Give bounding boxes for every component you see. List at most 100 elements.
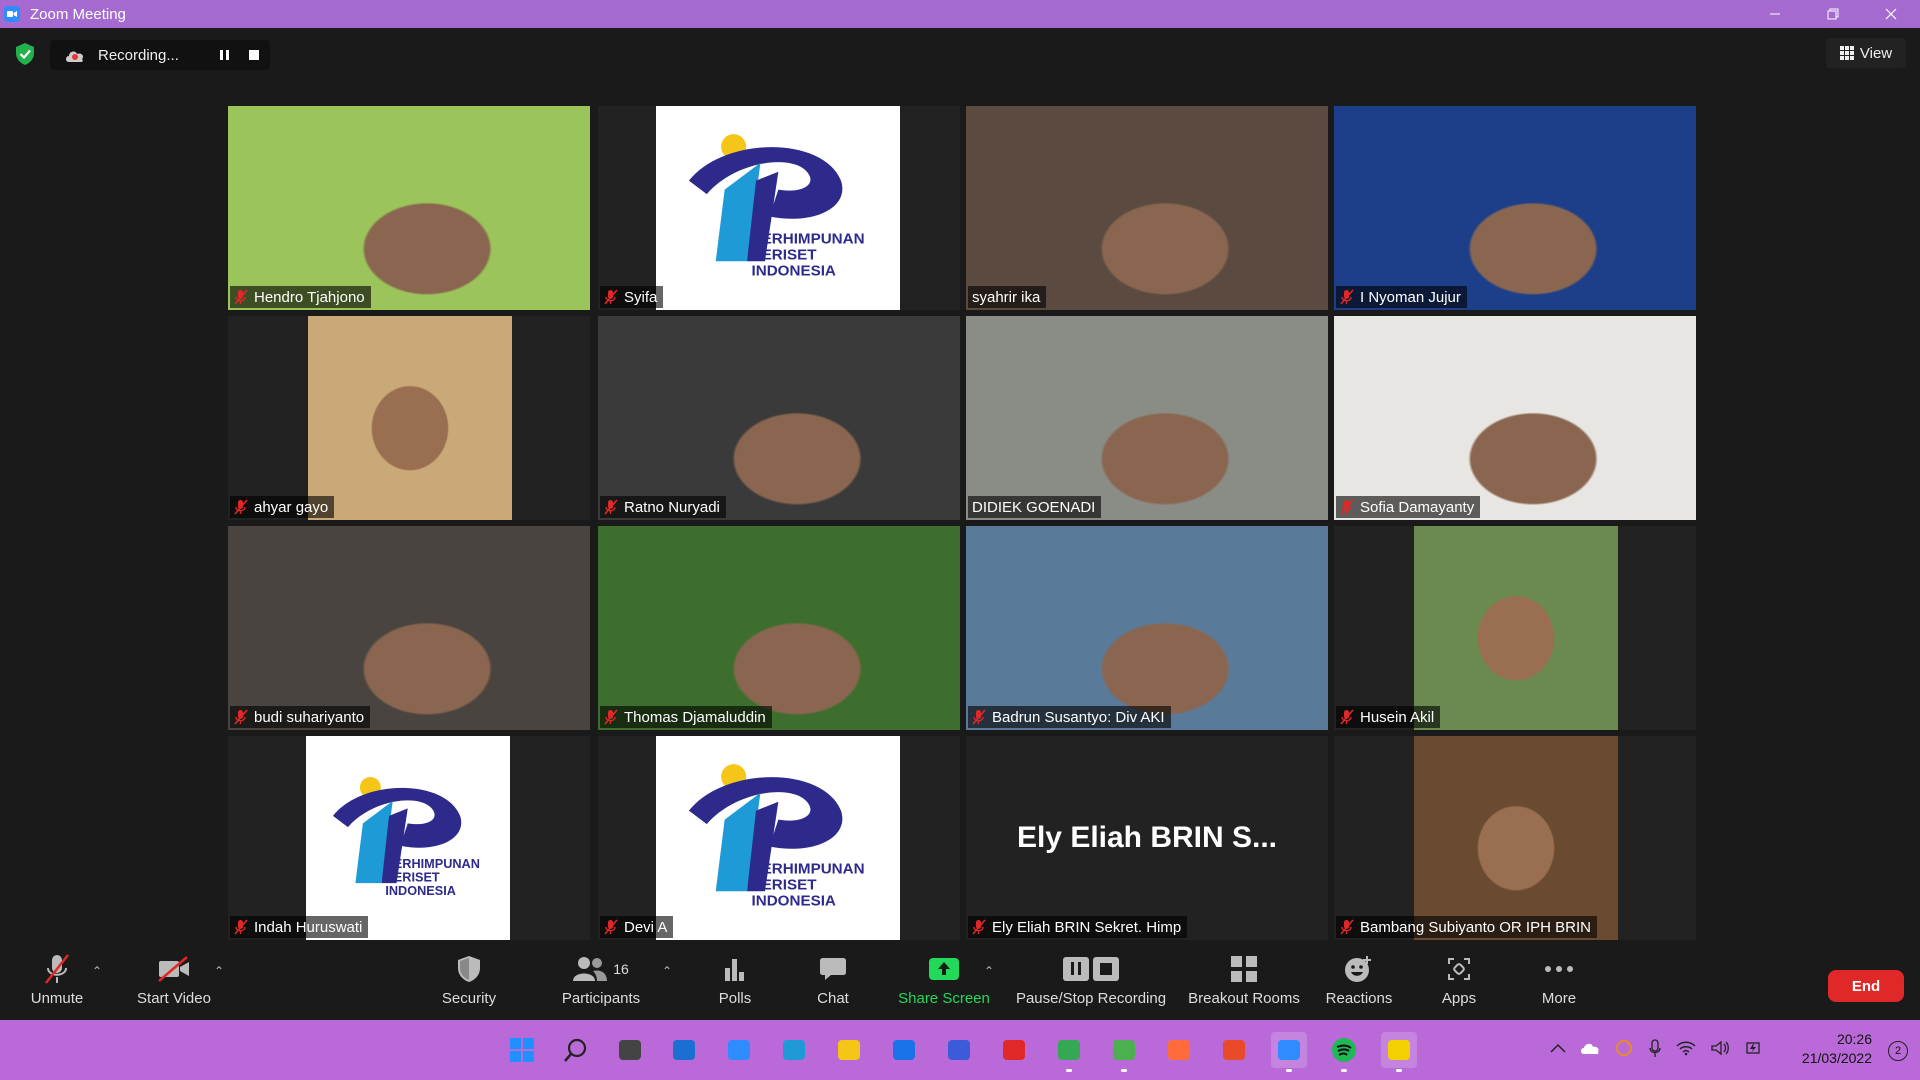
participant-name-tag: Devi A: [600, 916, 674, 938]
participant-name: Hendro Tjahjono: [254, 288, 365, 306]
participant-tile[interactable]: Sofia Damayanty: [1334, 316, 1696, 520]
widgets-icon[interactable]: [666, 1032, 702, 1068]
participants-button[interactable]: 16 Participants: [556, 952, 646, 1014]
chat-button[interactable]: Chat: [808, 952, 858, 1014]
participant-tile[interactable]: Husein Akil: [1334, 526, 1696, 730]
notification-badge[interactable]: 2: [1888, 1041, 1908, 1061]
clock-time: 20:26: [1836, 1031, 1872, 1047]
wifi-icon[interactable]: [1676, 1040, 1696, 1056]
participant-tile[interactable]: Bambang Subiyanto OR IPH BRIN: [1334, 736, 1696, 940]
participant-name-tag: Ely Eliah BRIN Sekret. Himp: [968, 916, 1188, 938]
participant-tile[interactable]: Thomas Djamaluddin: [598, 526, 960, 730]
pause-stop-recording-button[interactable]: Pause/Stop Recording: [1016, 952, 1166, 1014]
app-icon[interactable]: [941, 1032, 977, 1068]
view-button[interactable]: View: [1826, 38, 1906, 68]
tray-chevron-icon[interactable]: [1550, 1043, 1566, 1053]
polls-label: Polls: [718, 990, 752, 1007]
onedrive-cloud-icon[interactable]: [1580, 1041, 1600, 1055]
participant-name-tag: budi suhariyanto: [230, 706, 371, 728]
participant-tile[interactable]: Hendro Tjahjono: [228, 106, 590, 310]
gallery-view: Hendro Tjahjono PERHIMPUNAN PERISET INDONES…: [228, 106, 1696, 942]
participant-video: [966, 526, 1328, 730]
participant-name-tag: Ratno Nuryadi: [600, 496, 726, 518]
search-icon[interactable]: [558, 1032, 594, 1068]
mail-icon[interactable]: [886, 1032, 922, 1068]
restore-icon[interactable]: [1804, 0, 1862, 28]
unmute-button[interactable]: Unmute: [22, 952, 92, 1014]
participant-tile[interactable]: PERHIMPUNAN PERISET INDONESIA Syifa: [598, 106, 960, 310]
participant-video: [228, 106, 590, 310]
participant-video: [598, 526, 960, 730]
participant-name-tag: Husein Akil: [1336, 706, 1441, 728]
zoom-icon[interactable]: [1271, 1032, 1307, 1072]
participant-tile[interactable]: Ely Eliah BRIN S... Ely Eliah BRIN Sekret…: [966, 736, 1328, 940]
participant-name-tag: Hendro Tjahjono: [230, 286, 371, 308]
video-options-chevron-icon[interactable]: ⌃: [214, 964, 224, 978]
participant-name-tag: Sofia Damayanty: [1336, 496, 1481, 518]
audio-options-chevron-icon[interactable]: ⌃: [92, 964, 102, 978]
pause-recording-icon[interactable]: [215, 46, 233, 64]
participant-name-tag: Indah Huruswati: [230, 916, 369, 938]
security-shield-icon: [456, 952, 482, 986]
polls-button[interactable]: Polls: [710, 952, 760, 1014]
zoom-logo-icon: [4, 6, 20, 22]
share-options-chevron-icon[interactable]: ⌃: [984, 964, 994, 978]
participant-tile[interactable]: ahyar gayo: [228, 316, 590, 520]
sticky-notes-icon[interactable]: [1381, 1032, 1417, 1072]
reactions-button[interactable]: Reactions: [1322, 952, 1396, 1014]
volume-icon[interactable]: [1710, 1040, 1730, 1056]
meeting-top-bar: Recording... View: [0, 28, 1920, 108]
participant-video: [966, 316, 1328, 520]
participant-tile[interactable]: Badrun Susantyo: Div AKI: [966, 526, 1328, 730]
security-button[interactable]: Security: [436, 952, 502, 1014]
participant-tile[interactable]: budi suhariyanto: [228, 526, 590, 730]
breakout-rooms-button[interactable]: Breakout Rooms: [1186, 952, 1302, 1014]
participant-tile[interactable]: syahrir ika: [966, 106, 1328, 310]
battery-charging-icon[interactable]: [1744, 1040, 1762, 1056]
participant-tile[interactable]: DIDIEK GOENADI: [966, 316, 1328, 520]
chrome-alt-icon[interactable]: [1106, 1032, 1142, 1072]
chrome-icon[interactable]: [1051, 1032, 1087, 1072]
microphone-tray-icon[interactable]: [1648, 1038, 1662, 1058]
share-screen-button[interactable]: Share Screen: [898, 952, 990, 1014]
sync-icon[interactable]: [1614, 1038, 1634, 1058]
apps-button[interactable]: Apps: [1436, 952, 1482, 1014]
muted-microphone-icon: [42, 952, 72, 986]
svg-text:PERISET: PERISET: [751, 877, 817, 894]
participant-tile[interactable]: PERHIMPUNAN PERISET INDONESIA Devi A: [598, 736, 960, 940]
participant-name-tag: syahrir ika: [968, 286, 1047, 308]
system-clock[interactable]: 20:26 21/03/2022: [1802, 1030, 1872, 1068]
task-view-icon[interactable]: [612, 1032, 648, 1068]
zoom-app-icon[interactable]: [721, 1032, 757, 1068]
file-explorer-icon[interactable]: [831, 1032, 867, 1068]
muted-mic-icon: [234, 709, 248, 725]
participant-tile[interactable]: I Nyoman Jujur: [1334, 106, 1696, 310]
participant-name: budi suhariyanto: [254, 708, 365, 726]
office-icon[interactable]: [1216, 1032, 1252, 1068]
muted-mic-icon: [604, 919, 618, 935]
pause-stop-recording-label: Pause/Stop Recording: [1015, 990, 1167, 1007]
spotify-icon[interactable]: [1326, 1032, 1362, 1072]
muted-mic-icon: [604, 499, 618, 515]
participants-chevron-icon[interactable]: ⌃: [662, 964, 672, 978]
stop-recording-icon[interactable]: [245, 46, 263, 64]
participant-video: [966, 106, 1328, 310]
encryption-shield-icon[interactable]: [14, 42, 36, 66]
edge-icon[interactable]: [776, 1032, 812, 1068]
start-video-button[interactable]: Start Video: [130, 952, 218, 1014]
photos-icon[interactable]: [1161, 1032, 1197, 1068]
video-off-icon: [157, 952, 191, 986]
participant-video: [228, 526, 590, 730]
close-icon[interactable]: [1862, 0, 1920, 28]
participant-tile[interactable]: Ratno Nuryadi: [598, 316, 960, 520]
participants-label: Participants: [561, 990, 641, 1007]
windows-start-icon[interactable]: [504, 1032, 540, 1068]
svg-text:PERISET: PERISET: [751, 247, 817, 264]
minimize-icon[interactable]: [1746, 0, 1804, 28]
acrobat-icon[interactable]: [996, 1032, 1032, 1068]
chat-bubble-icon: [819, 952, 847, 986]
participant-tile[interactable]: PERHIMPUNAN PERISET INDONESIA Indah Huruswa…: [228, 736, 590, 940]
more-button[interactable]: More: [1534, 952, 1584, 1014]
end-meeting-button[interactable]: End: [1828, 970, 1904, 1002]
participant-name: Ely Eliah BRIN Sekret. Himp: [992, 918, 1182, 936]
